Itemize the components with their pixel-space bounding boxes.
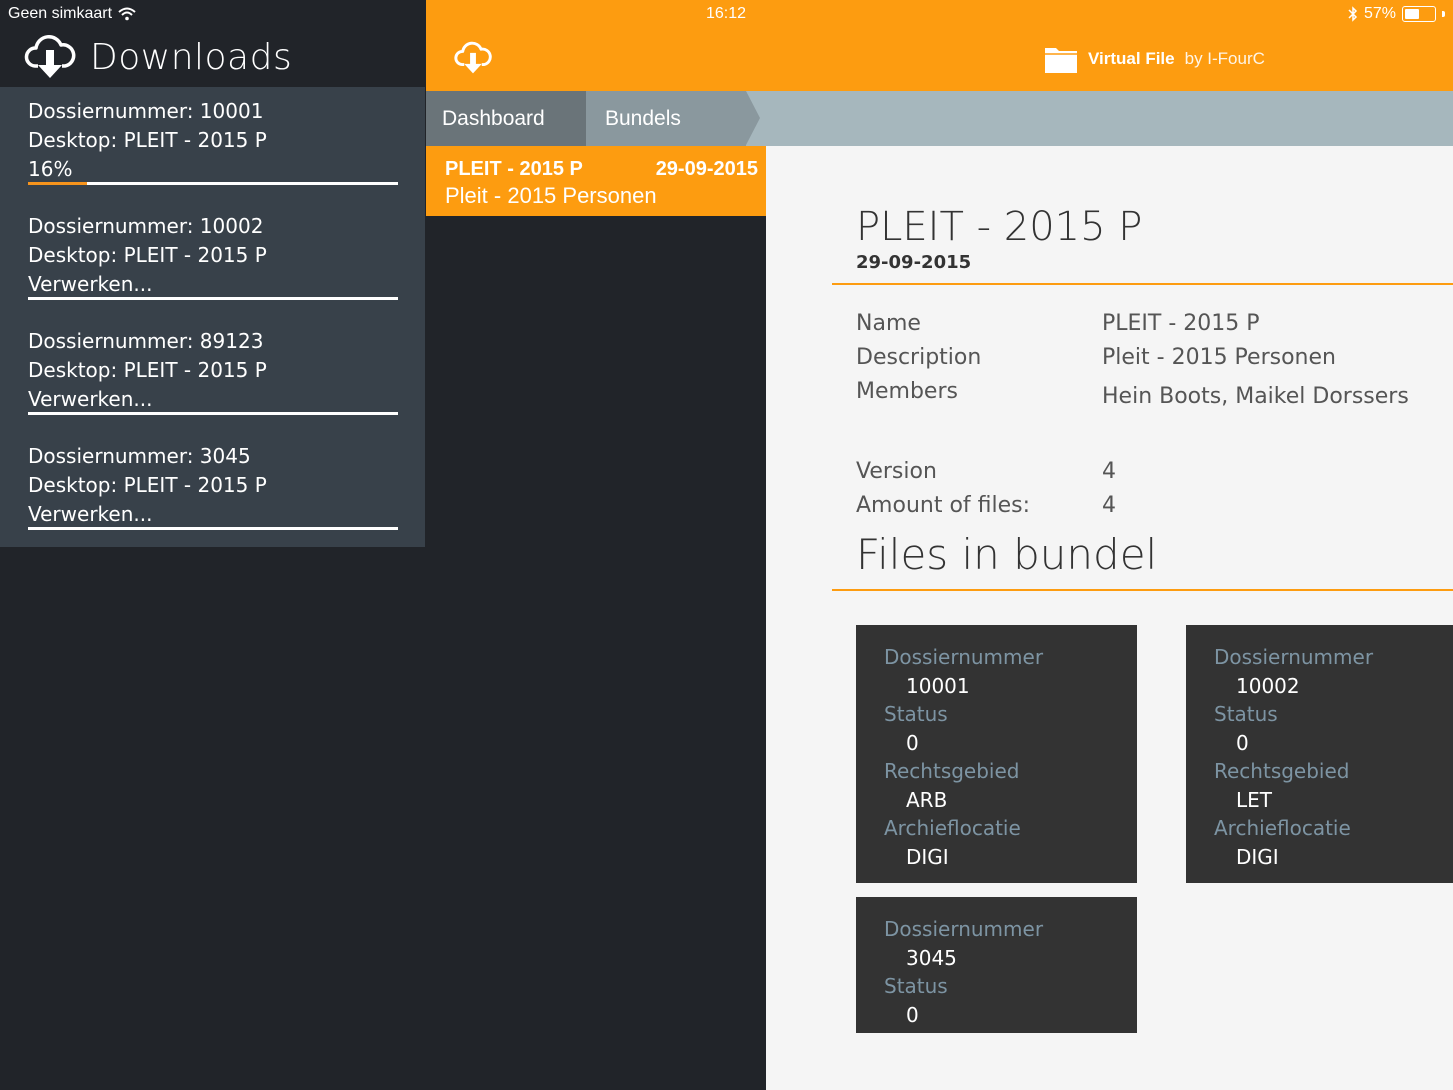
card-value: ARB <box>906 787 948 812</box>
breadcrumb-arrow <box>746 91 760 145</box>
breadcrumb: Bundels Dashboard <box>426 91 1453 146</box>
card-value: 0 <box>906 1002 919 1027</box>
card-value: 10001 <box>906 673 970 698</box>
download-progress-fill <box>28 182 88 185</box>
cloud-download-icon <box>24 35 76 78</box>
breadcrumb-dashboard[interactable]: Dashboard <box>426 91 586 146</box>
download-item[interactable]: Dossiernummer: 3045 Desktop: PLEIT - 201… <box>0 432 425 547</box>
members-value: Hein Boots, Maikel Dorssers <box>1102 384 1409 409</box>
download-progress-bar <box>28 412 398 415</box>
card-value: 10002 <box>1236 673 1300 698</box>
downloads-title: Downloads <box>90 36 293 78</box>
download-item[interactable]: Dossiernummer: 10002 Desktop: PLEIT - 20… <box>0 202 425 317</box>
download-state: Verwerken... <box>28 272 153 296</box>
downloads-list: Dossiernummer: 10001 Desktop: PLEIT - 20… <box>0 87 425 547</box>
download-desktop: Desktop: PLEIT - 2015 P <box>28 128 267 152</box>
card-value: 0 <box>906 730 919 755</box>
members-label: Members <box>856 379 958 404</box>
battery-level <box>1405 9 1420 19</box>
card-value: DIGI <box>906 844 949 869</box>
download-desktop: Desktop: PLEIT - 2015 P <box>28 243 267 267</box>
top-bar: 16:12 57% Virtual File by I-FourC <box>426 0 1453 91</box>
carrier-status: Geen simkaart <box>8 5 136 23</box>
download-state: Verwerken... <box>28 387 153 411</box>
download-desktop: Desktop: PLEIT - 2015 P <box>28 473 267 497</box>
app-root: Geen simkaart Downloads Dossiernummer: 1… <box>0 0 1453 1090</box>
card-value: 3045 <box>906 945 957 970</box>
card-value: LET <box>1236 787 1272 812</box>
bundle-list-item[interactable]: PLEIT - 2015 P 29-09-2015 Pleit - 2015 P… <box>426 146 766 216</box>
bundle-item-title: PLEIT - 2015 P <box>445 158 583 180</box>
battery-status: 57% <box>1348 5 1445 23</box>
download-dossier: Dossiernummer: 10002 <box>28 214 264 238</box>
card-key: Dossiernummer <box>1214 645 1374 669</box>
card-key: Rechtsgebied <box>1214 759 1350 783</box>
name-value: PLEIT - 2015 P <box>1102 311 1260 336</box>
download-dossier: Dossiernummer: 3045 <box>28 444 251 468</box>
card-key: Dossiernummer <box>884 917 1044 941</box>
description-label: Description <box>856 345 982 370</box>
name-label: Name <box>856 311 921 336</box>
download-dossier: Dossiernummer: 10001 <box>28 99 264 123</box>
card-value: DIGI <box>1236 844 1279 869</box>
bundle-item-subtitle: Pleit - 2015 Personen <box>445 183 657 208</box>
card-key: Status <box>884 974 948 998</box>
file-card[interactable]: Dossiernummer 3045 Status 0 <box>856 897 1137 1033</box>
card-key: Rechtsgebied <box>884 759 1020 783</box>
battery-percent: 57% <box>1363 5 1396 22</box>
card-key: Archieflocatie <box>1214 816 1351 840</box>
download-state: Verwerken... <box>28 502 153 526</box>
card-key: Archieflocatie <box>884 816 1021 840</box>
bundle-item-date: 29-09-2015 <box>655 158 758 180</box>
divider <box>832 589 1453 591</box>
card-key: Dossiernummer <box>884 645 1044 669</box>
battery-tip <box>1442 11 1445 17</box>
brand-by: by I-FourC <box>1184 49 1265 68</box>
breadcrumb-bundels[interactable]: Bundels <box>571 91 746 146</box>
file-card[interactable]: Dossiernummer 10002 Status 0 Rechtsgebie… <box>1186 625 1453 883</box>
download-item[interactable]: Dossiernummer: 10001 Desktop: PLEIT - 20… <box>0 87 425 202</box>
wifi-icon <box>118 7 136 21</box>
download-item[interactable]: Dossiernummer: 89123 Desktop: PLEIT - 20… <box>0 317 425 432</box>
download-progress-bar <box>28 182 398 185</box>
breadcrumb-arrow <box>571 91 585 145</box>
files-count-value: 4 <box>1102 493 1116 518</box>
download-state: 16% <box>28 157 73 181</box>
file-card[interactable]: Dossiernummer 10001 Status 0 Rechtsgebie… <box>856 625 1137 883</box>
detail-date: 29-09-2015 <box>856 252 972 273</box>
download-progress-bar <box>28 297 398 300</box>
download-button[interactable] <box>454 40 492 81</box>
download-desktop: Desktop: PLEIT - 2015 P <box>28 358 267 382</box>
files-section-title: Files in bundel <box>856 530 1158 579</box>
cloud-download-icon <box>454 41 492 74</box>
download-dossier: Dossiernummer: 89123 <box>28 329 264 353</box>
card-key: Status <box>1214 702 1278 726</box>
clock: 16:12 <box>705 5 747 22</box>
brand: Virtual File by I-FourC <box>1044 44 1265 74</box>
download-progress-bar <box>28 527 398 530</box>
carrier-label: Geen simkaart <box>8 5 113 22</box>
brand-name: Virtual File <box>1088 49 1175 68</box>
card-value: 0 <box>1236 730 1249 755</box>
description-value: Pleit - 2015 Personen <box>1102 345 1336 370</box>
downloads-header: Downloads <box>24 32 292 82</box>
downloads-panel: Geen simkaart Downloads Dossiernummer: 1… <box>0 0 425 1090</box>
files-count-label: Amount of files: <box>856 493 1031 518</box>
folder-icon <box>1045 48 1077 73</box>
bundle-detail: PLEIT - 2015 P 29-09-2015 Name PLEIT - 2… <box>766 146 1453 1090</box>
version-label: Version <box>856 459 937 484</box>
detail-title: PLEIT - 2015 P <box>856 204 1143 250</box>
card-key: Status <box>884 702 948 726</box>
battery-icon <box>1402 6 1436 22</box>
version-value: 4 <box>1102 459 1116 484</box>
bluetooth-icon <box>1348 6 1358 22</box>
divider <box>832 283 1453 285</box>
